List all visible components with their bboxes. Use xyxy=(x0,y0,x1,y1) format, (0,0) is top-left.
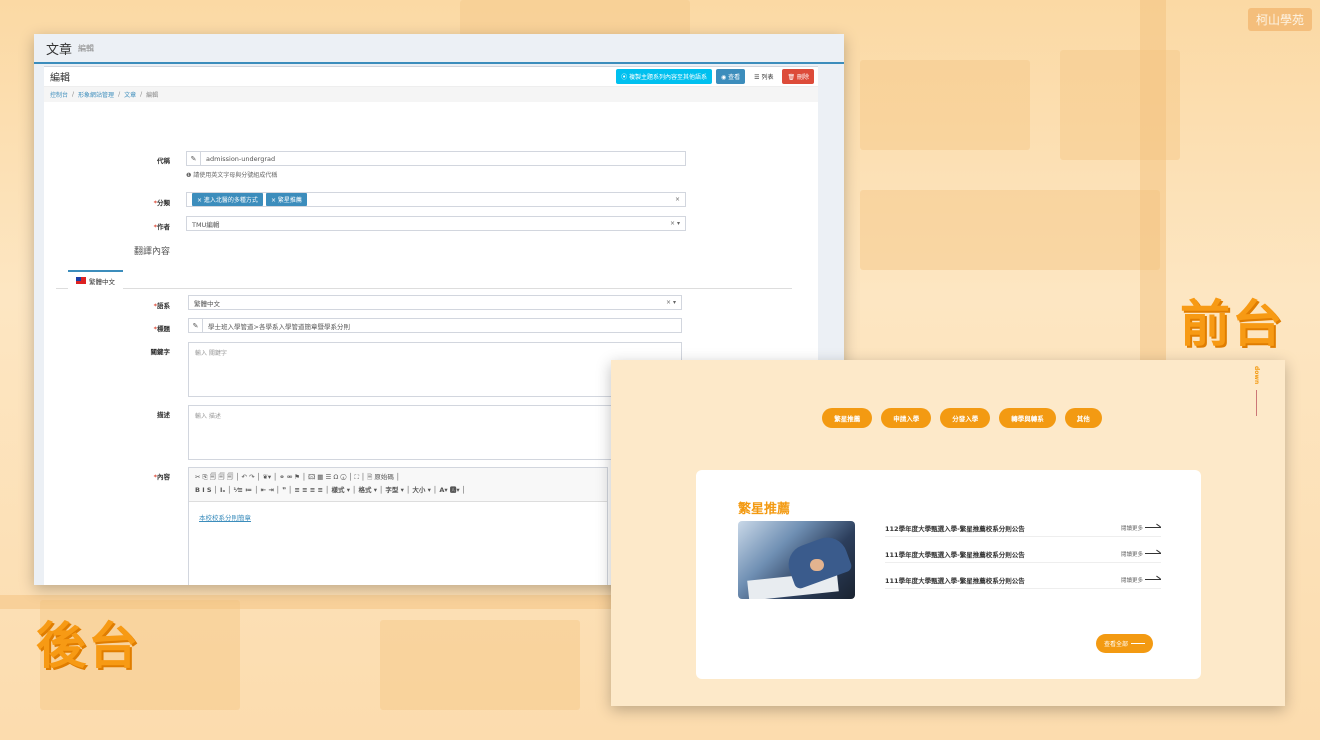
description-label: 描述 xyxy=(157,411,170,419)
category-nav: 繁星推薦 申請入學 分發入學 轉學與轉系 其他 xyxy=(611,408,1285,428)
tab-traditional-chinese[interactable]: 繁體中文 xyxy=(68,270,123,289)
language-label: *語系 xyxy=(153,302,170,310)
breadcrumb-articles[interactable]: 文章 xyxy=(124,90,136,99)
category-select[interactable]: × 進入北醫的多種方式 × 繁星推薦 × xyxy=(186,192,686,207)
category-label: *分類 xyxy=(153,199,170,207)
title-label: *標題 xyxy=(153,325,170,333)
arrow-right-icon xyxy=(1145,553,1161,554)
author-select[interactable]: TMU編輯 × ▾ xyxy=(186,216,686,231)
nav-placement[interactable]: 分發入學 xyxy=(940,408,991,428)
page-header: 文章 編輯 xyxy=(34,34,844,64)
language-tabs: 繁體中文 xyxy=(56,270,792,289)
language-select[interactable]: 繁體中文 × ▾ xyxy=(188,295,682,310)
breadcrumb-dashboard[interactable]: 控制台 xyxy=(50,90,68,99)
news-card: 繁星推薦 112學年度大學甄選入學-繁星推薦校系分則公告 閱讀更多 111學年度… xyxy=(696,470,1201,679)
author-label: *作者 xyxy=(153,223,170,231)
news-item[interactable]: 112學年度大學甄選入學-繁星推薦校系分則公告 閱讀更多 xyxy=(885,519,1161,537)
clear-icon[interactable]: × xyxy=(675,196,680,203)
news-item[interactable]: 111學年度大學甄選入學-繁星推薦校系分則公告 閱讀更多 xyxy=(885,545,1161,563)
content-label: *內容 xyxy=(153,473,170,481)
nav-other[interactable]: 其他 xyxy=(1064,408,1102,428)
panel-title: 編輯 xyxy=(50,73,70,84)
read-more-link[interactable]: 閱讀更多 xyxy=(1121,524,1161,532)
arrow-right-icon xyxy=(1145,579,1161,580)
pencil-icon: ✎ xyxy=(187,152,201,165)
keyword-label: 關鍵字 xyxy=(150,348,171,356)
code-input[interactable]: ✎ admission-undergrad xyxy=(186,151,686,166)
category-tag[interactable]: × 繁星推薦 xyxy=(265,193,307,206)
read-more-link[interactable]: 閱讀更多 xyxy=(1121,576,1161,584)
list-button[interactable]: ☰ 列表 xyxy=(749,69,779,84)
arrow-right-icon xyxy=(1145,527,1161,528)
code-label: 代稱 xyxy=(157,157,170,165)
title-input[interactable]: ✎ 學士班入學管道>各學系入學管道簡章暨學系分則 xyxy=(188,318,682,333)
view-all-button[interactable]: 查看全部 xyxy=(1096,634,1154,653)
frontend-site-window: down 繁星推薦 申請入學 分發入學 轉學與轉系 其他 繁星推薦 112學年度… xyxy=(611,360,1285,706)
nav-application[interactable]: 申請入學 xyxy=(881,408,932,428)
nav-transfer[interactable]: 轉學與轉系 xyxy=(999,408,1056,428)
taiwan-flag-icon xyxy=(76,277,86,284)
scroll-down-indicator[interactable]: down xyxy=(1251,366,1263,416)
breadcrumb-site-mgmt[interactable]: 形象網站管理 xyxy=(78,90,114,99)
nav-star-recommend[interactable]: 繁星推薦 xyxy=(822,408,873,428)
chevron-down-icon[interactable]: × ▾ xyxy=(666,299,676,306)
news-item[interactable]: 111學年度大學甄選入學-繁星推薦校系分則公告 閱讀更多 xyxy=(885,571,1161,589)
chevron-down-icon[interactable]: × ▾ xyxy=(670,220,680,227)
page-title: 文章 xyxy=(46,42,73,58)
editor-toolbar[interactable]: ✂ ⎘ 🗐 🗐 🗐 │ ↶ ↷ │ ❦▾ │ ⚭ ⚮ ⚑ │ 🖾 ▦ ☰ Ω ⓢ… xyxy=(189,468,607,502)
pencil-icon: ✎ xyxy=(189,319,203,332)
rich-text-editor[interactable]: ✂ ⎘ 🗐 🗐 🗐 │ ↶ ↷ │ ❦▾ │ ⚭ ⚮ ⚑ │ 🖾 ▦ ☰ Ω ⓢ… xyxy=(188,467,608,585)
translation-section-title: 翻譯內容 xyxy=(134,247,171,257)
view-button[interactable]: ◉ 查看 xyxy=(716,69,746,84)
panel-toolbar: 編輯 ⦿ 複製主題系列內容至其他語系 ◉ 查看 ☰ 列表 🗑 刪除 xyxy=(44,67,818,87)
corner-logo-tag: 柯山學苑 xyxy=(1247,8,1312,31)
backend-label: 後台 xyxy=(36,617,140,675)
arrow-right-icon xyxy=(1131,643,1146,644)
breadcrumb: 控制台 / 形象網站管理 / 文章 / 編輯 xyxy=(44,87,818,102)
keyword-textarea[interactable]: 輸入 關鍵字 xyxy=(188,342,682,397)
read-more-link[interactable]: 閱讀更多 xyxy=(1121,550,1161,558)
copy-to-languages-button[interactable]: ⦿ 複製主題系列內容至其他語系 xyxy=(616,69,713,84)
section-title: 繁星推薦 xyxy=(738,502,791,517)
category-tag[interactable]: × 進入北醫的多種方式 xyxy=(192,193,263,206)
page-subtitle: 編輯 xyxy=(78,43,95,53)
description-textarea[interactable]: 輸入 描述 xyxy=(188,405,682,460)
code-help-text: ❶ 請使用英文字母與分號組成代稱 xyxy=(186,172,278,179)
frontend-label: 前台 xyxy=(1180,295,1284,353)
content-link[interactable]: 本校校系分則簡章 xyxy=(199,512,251,522)
breadcrumb-current: 編輯 xyxy=(146,92,159,99)
delete-button[interactable]: 🗑 刪除 xyxy=(782,69,814,84)
student-writing-photo xyxy=(738,521,855,599)
